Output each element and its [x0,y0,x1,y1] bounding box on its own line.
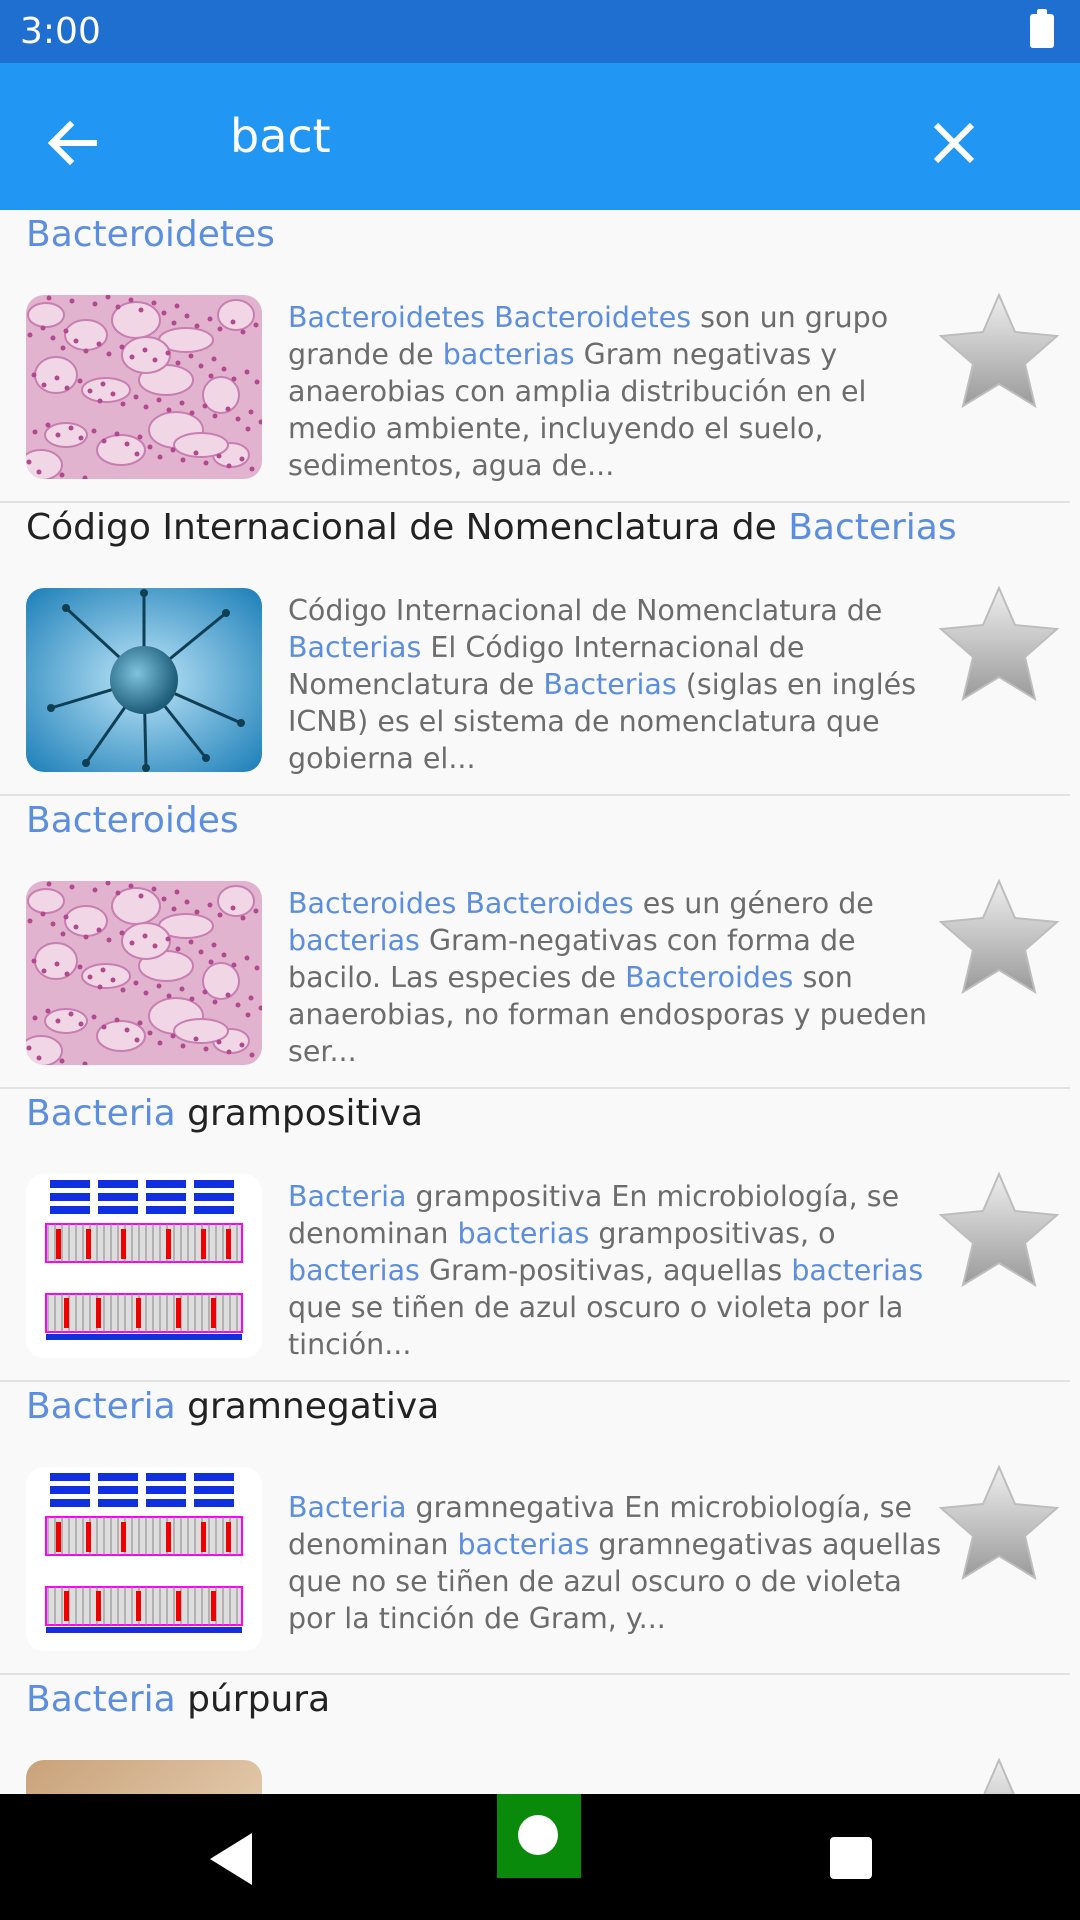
thumbnail-image [26,1174,262,1358]
result-snippet-box: Bacteria púrpura Las bacterias [288,1757,948,1794]
result-item[interactable]: Bacteroidetes Bacteroidetes Bacteroidetes… [0,210,1070,503]
title-segment: Bacterias [788,507,957,548]
result-thumbnail [26,588,262,772]
thumbnail-image [26,1760,262,1794]
results-list: Bacteroidetes Bacteroidetes Bacteroidetes… [0,210,1080,1794]
result-thumbnail [26,1760,262,1794]
snippet-segment: Bacteria [288,1491,407,1524]
result-title: Código Internacional de Nomenclatura de … [26,503,957,553]
result-snippet-box: Bacteria grampositiva En microbiología, … [288,1171,948,1369]
nav-back-button[interactable] [202,1829,266,1889]
favorite-star-button[interactable] [937,1757,1061,1794]
nav-back-icon [210,1833,252,1885]
result-item[interactable]: Código Internacional de Nomenclatura de … [0,503,1070,796]
result-title: Bacteria grampositiva [26,1089,423,1139]
title-segment: grampositiva [175,1093,424,1134]
result-title: Bacteria gramnegativa [26,1382,439,1432]
star-icon [983,1757,1015,1794]
result-thumbnail [26,881,262,1065]
result-snippet: Bacteroides Bacteroides es un género de … [288,885,948,1070]
snippet-segment: bacterias [288,923,420,957]
star-icon [938,878,1060,995]
result-title: Bacteroides [26,796,239,846]
title-segment: Bacteroides [26,800,239,841]
snippet-segment: grampositivas, o [589,1216,836,1250]
nav-home-icon [518,1815,558,1855]
search-app-bar: bact [0,63,1080,210]
snippet-segment: bacterias [791,1253,924,1287]
snippet-segment: Bacteria [288,1179,407,1213]
snippet-segment: bacterias [457,1216,590,1250]
favorite-star-button[interactable] [937,585,1061,705]
result-snippet-box: Bacteroides Bacteroides es un género de … [288,878,948,1076]
favorite-star-button[interactable] [937,1171,1061,1291]
arrow-left-icon [47,120,97,166]
result-snippet: Código Internacional de Nomenclatura de … [288,592,948,777]
thumbnail-image [26,881,262,1065]
snippet-segment: Bacteroides [625,960,794,994]
snippet-segment: bacterias [457,1528,590,1561]
snippet-segment: que se tiñen de azul oscuro o violeta po… [288,1290,904,1361]
result-snippet-box: Bacteria gramnegativa En microbiología, … [288,1464,948,1662]
star-icon [938,585,1060,702]
result-title: Bacteroidetes [26,210,275,260]
snippet-segment: Bacterias [543,667,677,701]
thumbnail-image [26,295,262,479]
favorite-star-button[interactable] [937,1464,1061,1584]
title-segment: gramnegativa [175,1386,440,1427]
thumbnail-image [26,588,262,772]
result-item[interactable]: Bacteria grampositiva Bacteria grampositi… [0,1089,1070,1382]
snippet-segment: Gram-positivas, aquellas [419,1253,792,1287]
title-segment: Bacteria [26,1093,176,1134]
thumbnail-image [26,1467,262,1651]
result-thumbnail [26,295,262,479]
clear-search-button[interactable] [912,101,996,185]
title-segment: Bacteria [26,1386,176,1427]
snippet-segment: Bacteroides Bacteroides [288,886,634,920]
favorite-star-button[interactable] [937,878,1061,998]
result-snippet: Bacteria grampositiva En microbiología, … [288,1178,948,1363]
title-segment: Bacteroidetes [26,214,275,255]
star-icon [938,1171,1060,1288]
result-title: Bacteria púrpura [26,1675,330,1725]
close-icon [933,122,975,164]
snippet-segment: Bacterias [288,630,422,664]
status-bar: 3:00 [0,0,1080,63]
nav-recent-icon[interactable] [830,1837,872,1879]
result-item[interactable]: Bacteria gramnegativa Bacteria gramnegati… [0,1382,1070,1675]
snippet-segment: Código Internacional de Nomenclatura de [288,593,883,627]
title-segment: Código Internacional de Nomenclatura de [26,507,789,548]
result-thumbnail [26,1174,262,1358]
search-query[interactable]: bact [230,108,331,164]
title-segment: púrpura [175,1679,331,1720]
snippet-segment: bacterias [442,337,575,371]
snippet-segment: es un género de [633,886,874,920]
status-time: 3:00 [20,11,101,52]
title-segment: Bacteria [26,1679,176,1720]
snippet-segment: Bacteroidetes Bacteroidetes [288,300,692,334]
result-snippet-box: Código Internacional de Nomenclatura de … [288,585,948,783]
back-button[interactable] [30,101,114,185]
result-snippet-box: Bacteroidetes Bacteroidetes son un grupo… [288,292,948,490]
favorite-star-button[interactable] [937,292,1061,412]
result-item[interactable]: Bacteroides Bacteroides Bacteroides es un… [0,796,1070,1089]
snippet-segment: bacterias [288,1253,420,1287]
result-snippet: Bacteroidetes Bacteroidetes son un grupo… [288,299,948,484]
nav-home-button[interactable] [497,1794,581,1878]
result-snippet: Bacteria gramnegativa En microbiología, … [288,1489,948,1637]
result-item[interactable]: Bacteria púrpura Bacteria púrpura Las bac… [0,1675,1070,1794]
star-icon [938,292,1060,409]
battery-icon [1030,9,1054,48]
star-icon [938,1464,1060,1581]
result-thumbnail [26,1467,262,1651]
